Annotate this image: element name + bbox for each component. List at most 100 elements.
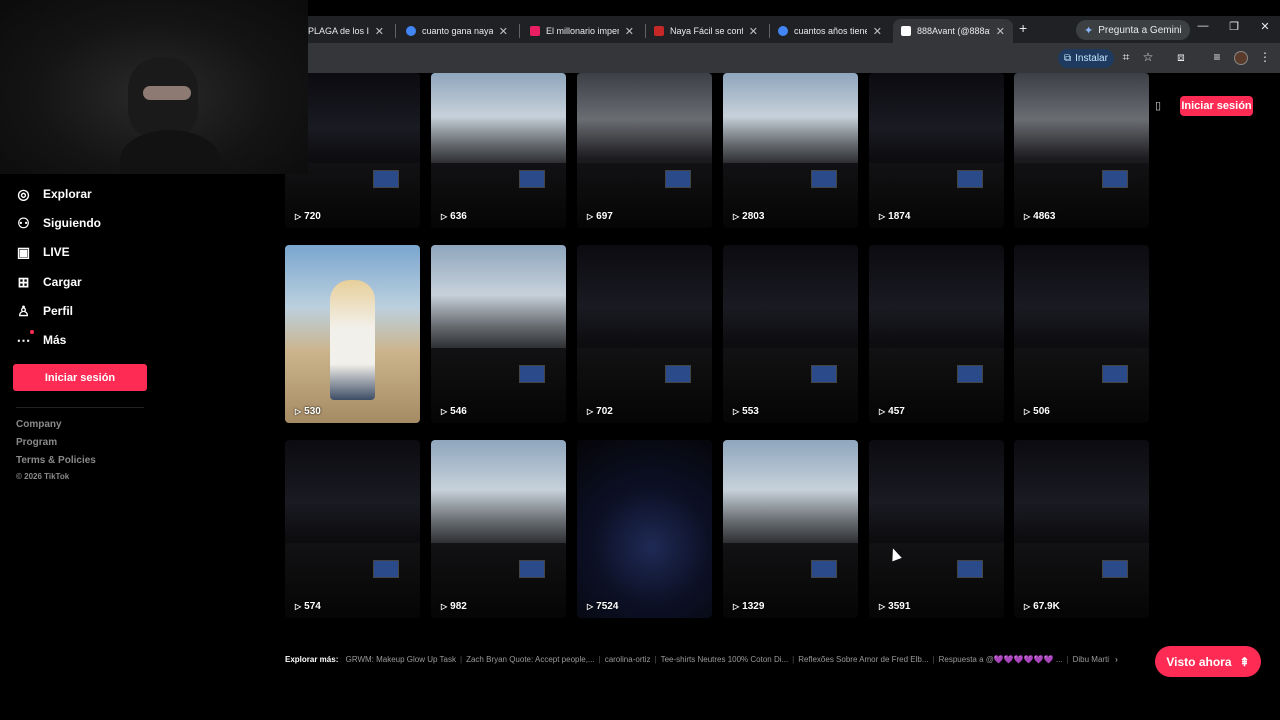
- sidebar-item-label: Perfil: [43, 304, 74, 318]
- close-tab-icon[interactable]: ✕: [499, 25, 508, 38]
- new-tab-button[interactable]: +: [1019, 20, 1027, 36]
- video-thumbnail[interactable]: ▷ 530: [285, 245, 420, 423]
- sidebar-item-mas[interactable]: ⋯ Más: [16, 329, 66, 351]
- video-thumbnail[interactable]: ▷ 506: [1014, 245, 1149, 423]
- footer-link-terms[interactable]: Terms & Policies: [16, 455, 96, 466]
- view-count: ▷ 2803: [733, 211, 765, 222]
- view-count: ▷ 574: [295, 601, 321, 612]
- car-screen-shape: [957, 560, 983, 578]
- play-icon: ▷: [441, 212, 448, 221]
- play-icon: ▷: [295, 407, 302, 416]
- browser-tab[interactable]: cuanto gana naya fac ✕: [398, 19, 516, 43]
- minimize-button[interactable]: —: [1188, 20, 1218, 32]
- restore-button[interactable]: ❐: [1219, 20, 1249, 33]
- browser-tab-active[interactable]: 888Avant (@888avan ✕: [893, 19, 1013, 43]
- car-screen-shape: [957, 365, 983, 383]
- video-thumbnail[interactable]: ▷ 3591: [869, 440, 1004, 618]
- video-thumbnail[interactable]: ▷ 702: [577, 245, 712, 423]
- explore-link[interactable]: Zach Bryan Quote: Accept people,...: [466, 655, 595, 664]
- browser-tab[interactable]: PLAGA de los Influ ✕: [300, 19, 392, 43]
- live-icon: ▣: [16, 243, 31, 260]
- explore-separator: |: [1066, 655, 1069, 664]
- video-thumbnail[interactable]: ▷ 1329: [723, 440, 858, 618]
- video-thumbnail[interactable]: ▷ 4863: [1014, 73, 1149, 228]
- google-favicon-icon: [778, 26, 788, 36]
- video-thumbnail[interactable]: ▷ 982: [431, 440, 566, 618]
- car-screen-shape: [811, 170, 837, 188]
- close-tab-icon[interactable]: ✕: [375, 25, 384, 38]
- gemini-button[interactable]: ✦ Pregunta a Gemini: [1076, 20, 1190, 40]
- play-icon: ▷: [441, 407, 448, 416]
- close-tab-icon[interactable]: ✕: [749, 25, 758, 38]
- video-thumbnail[interactable]: ▷ 2803: [723, 73, 858, 228]
- sidebar-item-perfil[interactable]: ♙ Perfil: [16, 300, 73, 322]
- view-count: ▷ 702: [587, 406, 613, 417]
- translate-icon[interactable]: ⌗: [1118, 50, 1134, 65]
- video-thumbnail[interactable]: ▷ 1874: [869, 73, 1004, 228]
- sidebar-item-label: Siguiendo: [43, 216, 101, 230]
- gemini-icon: ✦: [1084, 24, 1094, 37]
- video-thumbnail[interactable]: ▷ 67.9K: [1014, 440, 1149, 618]
- play-icon: ▷: [733, 602, 740, 611]
- sidebar-item-cargar[interactable]: ⊞ Cargar: [16, 271, 82, 293]
- explore-link[interactable]: Respuesta a @💜💜💜💜💜💜 ...: [939, 655, 1063, 664]
- video-thumbnail[interactable]: ▷ 7524: [577, 440, 712, 618]
- browser-profile-avatar[interactable]: [1234, 51, 1248, 65]
- profile-icon: ♙: [17, 302, 30, 319]
- browser-tab[interactable]: Naya Fácil se confiesa ✕: [646, 19, 766, 43]
- explore-separator: |: [460, 655, 463, 664]
- play-icon: ▷: [587, 602, 594, 611]
- header-login-button[interactable]: Iniciar sesión: [1180, 96, 1253, 116]
- video-thumbnail[interactable]: ▷ 457: [869, 245, 1004, 423]
- site-favicon-icon: [530, 26, 540, 36]
- explore-link[interactable]: Dibu Marti: [1073, 655, 1109, 664]
- sidebar-item-siguiendo[interactable]: ⚇ Siguiendo: [16, 212, 101, 234]
- sidebar-item-live[interactable]: ▣ LIVE: [16, 241, 70, 263]
- view-count: ▷ 720: [295, 211, 321, 222]
- car-screen-shape: [957, 170, 983, 188]
- video-thumbnail[interactable]: ▷ 553: [723, 245, 858, 423]
- watch-now-button[interactable]: Visto ahora ⇞: [1155, 646, 1261, 677]
- star-icon[interactable]: ☆: [1140, 50, 1156, 64]
- extensions-icon[interactable]: ⧈: [1173, 50, 1189, 65]
- car-screen-shape: [519, 170, 545, 188]
- close-tab-icon[interactable]: ✕: [996, 25, 1005, 38]
- play-icon: ▷: [295, 602, 302, 611]
- sidebar-item-explorar[interactable]: ◎ Explorar: [16, 183, 91, 205]
- video-thumbnail[interactable]: ▷ 697: [577, 73, 712, 228]
- browser-tab[interactable]: cuantos años tiene n ✕: [770, 19, 890, 43]
- explore-link[interactable]: GRWM: Makeup Glow Up Task: [346, 655, 456, 664]
- view-count: ▷ 553: [733, 406, 759, 417]
- play-icon: ▷: [733, 407, 740, 416]
- footer-link-company[interactable]: Company: [16, 419, 62, 430]
- view-count: ▷ 636: [441, 211, 467, 222]
- browser-tab[interactable]: El millonario imperio ✕: [522, 19, 642, 43]
- close-tab-icon[interactable]: ✕: [873, 25, 882, 38]
- explore-link[interactable]: Reflexões Sobre Amor de Fred Elb...: [798, 655, 928, 664]
- explore-link[interactable]: Tee-shirts Neutres 100% Coton Di...: [661, 655, 789, 664]
- view-count: ▷ 1329: [733, 601, 765, 612]
- upload-icon: ⊞: [17, 273, 30, 290]
- play-icon: ▷: [441, 602, 448, 611]
- sidebar-item-label: Cargar: [43, 275, 82, 289]
- webcam-shoulders: [120, 130, 220, 174]
- car-screen-shape: [1102, 170, 1128, 188]
- view-count: ▷ 67.9K: [1024, 601, 1060, 612]
- video-thumbnail[interactable]: ▷ 546: [431, 245, 566, 423]
- video-thumbnail[interactable]: ▷ 636: [431, 73, 566, 228]
- browser-menu-icon[interactable]: ⋮: [1257, 50, 1273, 64]
- device-icon[interactable]: ▯: [1151, 99, 1165, 112]
- explore-link[interactable]: carolina-ortiz: [605, 655, 651, 664]
- view-count: ▷ 982: [441, 601, 467, 612]
- close-window-button[interactable]: ✕: [1250, 20, 1280, 33]
- install-app-button[interactable]: ⧉ Instalar: [1058, 49, 1114, 68]
- video-thumbnail[interactable]: ▷ 574: [285, 440, 420, 618]
- sidebar-login-button[interactable]: Iniciar sesión: [13, 364, 147, 391]
- play-icon: ▷: [733, 212, 740, 221]
- footer-link-program[interactable]: Program: [16, 437, 57, 448]
- media-icon[interactable]: ≡: [1209, 50, 1225, 64]
- more-icon: ⋯: [16, 329, 34, 349]
- close-tab-icon[interactable]: ✕: [625, 25, 634, 38]
- play-icon: ▷: [1024, 407, 1031, 416]
- chevron-right-icon[interactable]: ›: [1115, 655, 1118, 664]
